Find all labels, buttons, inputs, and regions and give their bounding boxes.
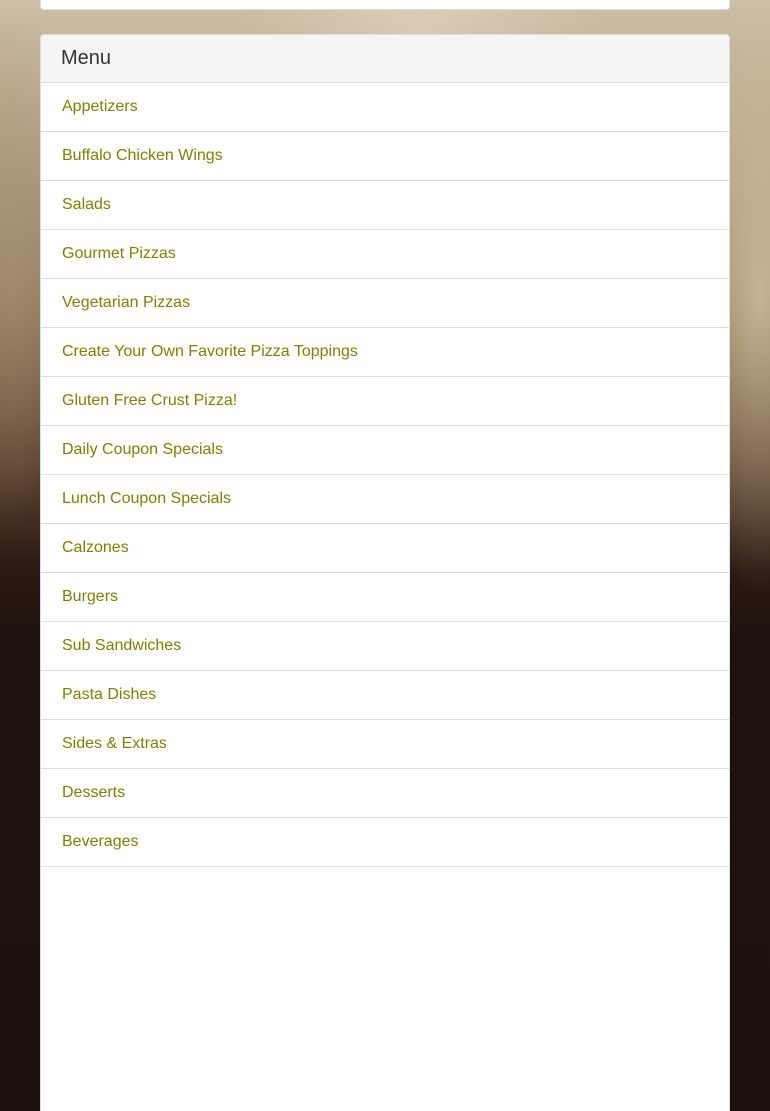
menu-link-gourmet-pizzas[interactable]: Gourmet Pizzas xyxy=(62,245,176,263)
menu-link-sub-sandwiches[interactable]: Sub Sandwiches xyxy=(62,637,181,655)
menu-link-burgers[interactable]: Burgers xyxy=(62,588,118,606)
menu-link-desserts[interactable]: Desserts xyxy=(62,784,125,802)
menu-item-burgers[interactable]: Burgers xyxy=(41,573,729,622)
menu-item-buffalo-chicken-wings[interactable]: Buffalo Chicken Wings xyxy=(41,132,729,181)
menu-link-beverages[interactable]: Beverages xyxy=(62,833,139,851)
menu-item-desserts[interactable]: Desserts xyxy=(41,769,729,818)
menu-item-create-your-own[interactable]: Create Your Own Favorite Pizza Toppings xyxy=(41,328,729,377)
menu-item-gluten-free[interactable]: Gluten Free Crust Pizza! xyxy=(41,377,729,426)
menu-panel: Menu Appetizers Buffalo Chicken Wings Sa… xyxy=(40,34,730,1111)
menu-item-beverages[interactable]: Beverages xyxy=(41,818,729,867)
menu-link-buffalo-chicken-wings[interactable]: Buffalo Chicken Wings xyxy=(62,147,223,165)
menu-link-pasta-dishes[interactable]: Pasta Dishes xyxy=(62,686,156,704)
menu-item-pasta-dishes[interactable]: Pasta Dishes xyxy=(41,671,729,720)
menu-list: Appetizers Buffalo Chicken Wings Salads … xyxy=(41,83,729,867)
menu-link-create-your-own[interactable]: Create Your Own Favorite Pizza Toppings xyxy=(62,343,358,361)
menu-link-gluten-free[interactable]: Gluten Free Crust Pizza! xyxy=(62,392,237,410)
menu-item-calzones[interactable]: Calzones xyxy=(41,524,729,573)
menu-item-lunch-coupon-specials[interactable]: Lunch Coupon Specials xyxy=(41,475,729,524)
menu-item-gourmet-pizzas[interactable]: Gourmet Pizzas xyxy=(41,230,729,279)
menu-link-lunch-coupon-specials[interactable]: Lunch Coupon Specials xyxy=(62,490,231,508)
menu-link-sides-extras[interactable]: Sides & Extras xyxy=(62,735,167,753)
menu-item-appetizers[interactable]: Appetizers xyxy=(41,83,729,132)
menu-link-daily-coupon-specials[interactable]: Daily Coupon Specials xyxy=(62,441,223,459)
menu-heading: Menu xyxy=(41,35,729,83)
menu-item-salads[interactable]: Salads xyxy=(41,181,729,230)
menu-link-salads[interactable]: Salads xyxy=(62,196,111,214)
menu-link-calzones[interactable]: Calzones xyxy=(62,539,129,557)
menu-item-daily-coupon-specials[interactable]: Daily Coupon Specials xyxy=(41,426,729,475)
menu-link-vegetarian-pizzas[interactable]: Vegetarian Pizzas xyxy=(62,294,190,312)
menu-link-appetizers[interactable]: Appetizers xyxy=(62,98,138,116)
menu-item-sides-extras[interactable]: Sides & Extras xyxy=(41,720,729,769)
top-panel xyxy=(40,0,730,10)
menu-item-vegetarian-pizzas[interactable]: Vegetarian Pizzas xyxy=(41,279,729,328)
menu-item-sub-sandwiches[interactable]: Sub Sandwiches xyxy=(41,622,729,671)
